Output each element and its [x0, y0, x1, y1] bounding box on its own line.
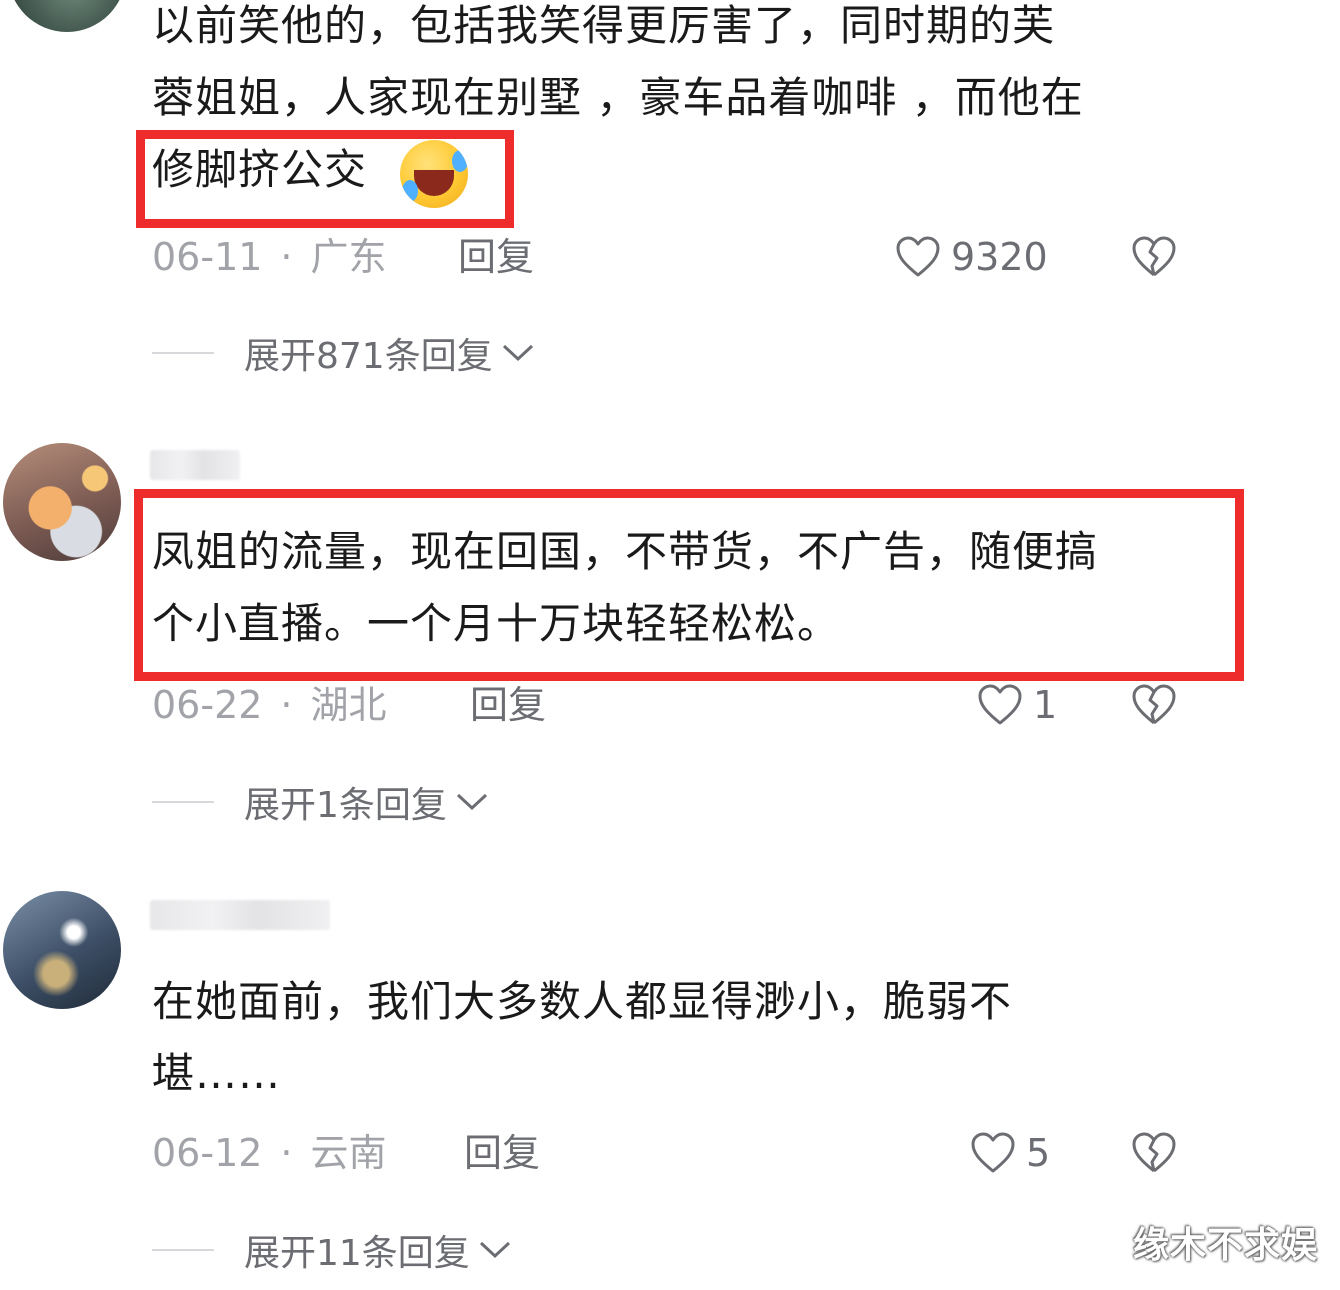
username-blurred[interactable] [150, 450, 240, 480]
comment-meta: 06-22 · 湖北 [152, 680, 387, 730]
user-avatar[interactable] [3, 443, 121, 561]
chevron-down-icon [456, 793, 487, 811]
user-avatar[interactable] [8, 0, 126, 32]
heart-icon [971, 1132, 1015, 1173]
user-avatar[interactable] [3, 891, 121, 1009]
like-button[interactable]: 5 [970, 1128, 1050, 1178]
comment-text: 在她面前，我们大多数人都显得渺小，脆弱不 堪…… [152, 977, 1013, 1098]
expand-replies-button[interactable]: 展开871条回复 [152, 328, 535, 378]
broken-heart-icon[interactable] [1131, 1130, 1177, 1176]
divider-line [152, 801, 214, 803]
heart-icon [978, 684, 1022, 725]
reply-button[interactable]: 回复 [470, 680, 546, 730]
comment-date: 06-11 [152, 235, 263, 279]
expand-replies-label: 展开11条回复 [244, 1233, 470, 1274]
comment-location: 广东 [310, 235, 387, 279]
expand-replies-button[interactable]: 展开11条回复 [152, 1225, 512, 1275]
separator-dot: · [280, 683, 293, 727]
comment-meta: 06-11 · 广东 [152, 232, 387, 282]
like-count: 1 [1033, 683, 1058, 727]
like-button[interactable]: 1 [977, 680, 1057, 730]
divider-line [152, 352, 214, 354]
comment-location: 云南 [310, 1131, 387, 1175]
comment-location: 湖北 [310, 683, 387, 727]
expand-replies-label: 展开1条回复 [244, 785, 447, 826]
username-blurred[interactable] [150, 900, 330, 930]
comment-meta: 06-12 · 云南 [152, 1128, 387, 1178]
highlight-box [136, 130, 514, 228]
expand-replies-button[interactable]: 展开1条回复 [152, 777, 489, 827]
broken-heart-icon[interactable] [1131, 682, 1177, 728]
watermark: 缘木不求娱 [1132, 1225, 1318, 1266]
like-count: 5 [1026, 1131, 1051, 1175]
reply-button[interactable]: 回复 [464, 1128, 540, 1178]
like-button[interactable]: 9320 [895, 232, 1048, 282]
separator-dot: · [280, 1131, 293, 1175]
chevron-down-icon [502, 344, 533, 362]
expand-replies-label: 展开871条回复 [244, 336, 493, 377]
comment-date: 06-22 [152, 683, 263, 727]
broken-heart-icon[interactable] [1131, 234, 1177, 280]
like-count: 9320 [951, 235, 1048, 279]
highlight-box [134, 489, 1244, 681]
comment-date: 06-12 [152, 1131, 263, 1175]
reply-button[interactable]: 回复 [458, 232, 534, 282]
chevron-down-icon [479, 1241, 510, 1259]
separator-dot: · [280, 235, 293, 279]
heart-icon [896, 236, 940, 277]
divider-line [152, 1249, 214, 1251]
